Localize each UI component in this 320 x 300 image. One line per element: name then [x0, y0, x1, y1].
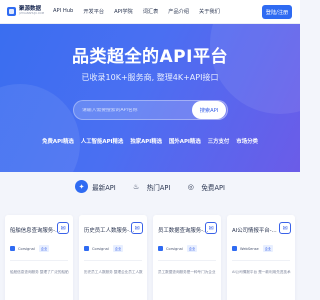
- search-input[interactable]: [74, 107, 192, 113]
- site-logo[interactable]: 聚源数据 JUYUANSHUJU.COM: [7, 6, 47, 16]
- nav-item-glossary[interactable]: 词汇表: [143, 8, 159, 15]
- card-description: AI公司情报平台 是一款利用先进技术: [232, 270, 291, 274]
- provider-avatar: [84, 246, 89, 251]
- nav-item-api-hub[interactable]: API Hub: [53, 8, 73, 15]
- provider-badge: 企业: [38, 245, 50, 252]
- hero-title: 品类超全的API平台: [72, 47, 228, 67]
- card-title: 历史员工人数服务-...: [84, 228, 135, 234]
- mail-icon: ✉: [205, 222, 217, 234]
- hero-subtitle: 已收录10K+服务商, 整理4K+API接口: [81, 73, 219, 82]
- search-bar: 搜索API: [73, 100, 228, 120]
- mail-icon: ✉: [279, 222, 291, 234]
- card-description: 员工数据查询服务是一种专门为企业: [158, 270, 216, 274]
- card-divider: [10, 260, 68, 261]
- api-tabs: ✦ 最新API ♨ 热门API ◎ 免费API: [0, 180, 300, 193]
- card-provider: WebSense 企业: [232, 245, 274, 252]
- card-provider: Corsignal 企业: [10, 245, 50, 252]
- top-navbar: 聚源数据 JUYUANSHUJU.COM API Hub 开发平台 API学院 …: [0, 0, 300, 24]
- api-card[interactable]: 船舶信息查询服务-... ✉ Corsignal 企业 船舶信息查询服务 整理了…: [5, 215, 73, 300]
- mail-icon: ✉: [57, 222, 69, 234]
- card-divider: [158, 260, 216, 261]
- card-provider: Corsignal 企业: [84, 245, 124, 252]
- main-nav: API Hub 开发平台 API学院 词汇表 产品介绍 关于我们: [53, 8, 230, 15]
- card-title: 员工数据查询服务-...: [158, 228, 209, 234]
- provider-avatar: [158, 246, 163, 251]
- card-description: 历史员工人数服务 整理企业员工人数: [84, 270, 143, 274]
- provider-avatar: [232, 246, 237, 251]
- card-divider: [84, 260, 142, 261]
- tab-label: 最新API: [92, 183, 116, 192]
- nav-item-dev-platform[interactable]: 开发平台: [83, 8, 104, 15]
- api-card[interactable]: 员工数据查询服务-... ✉ Corsignal 企业 员工数据查询服务是一种专…: [153, 215, 221, 300]
- provider-badge: 企业: [186, 245, 198, 252]
- tag-foreign-api[interactable]: 国外API精选: [169, 137, 201, 145]
- tag-exclusive-api[interactable]: 独家API精选: [130, 137, 162, 145]
- provider-badge: 企业: [112, 245, 124, 252]
- nav-item-about-us[interactable]: 关于我们: [199, 8, 220, 15]
- search-api-button[interactable]: 搜索API: [192, 101, 226, 119]
- provider-name: Corsignal: [166, 246, 183, 251]
- logo-subtitle: JUYUANSHUJU.COM: [19, 12, 44, 16]
- tab-latest-api[interactable]: ✦ 最新API: [75, 180, 116, 193]
- tab-hot-api[interactable]: ♨ 热门API: [130, 180, 171, 193]
- provider-name: WebSense: [240, 246, 259, 251]
- card-provider: Corsignal 企业: [158, 245, 198, 252]
- free-icon: ◎: [187, 182, 194, 191]
- tag-ai-api[interactable]: 人工智能API精选: [81, 137, 123, 145]
- api-card-list: 船舶信息查询服务-... ✉ Corsignal 企业 船舶信息查询服务 整理了…: [0, 205, 300, 300]
- provider-badge: 企业: [262, 245, 274, 252]
- new-icon: ✦: [75, 180, 89, 193]
- login-register-button[interactable]: 登陆/注册: [262, 5, 292, 19]
- tab-label: 免费API: [201, 183, 225, 192]
- nav-item-product-intro[interactable]: 产品介绍: [168, 8, 189, 15]
- card-title: AI公司情报平台-...: [232, 228, 277, 234]
- provider-name: Corsignal: [18, 246, 35, 251]
- card-description: 船舶信息查询服务 整理了广泛的船舶: [10, 270, 69, 274]
- tag-free-api[interactable]: 免费API精选: [42, 137, 74, 145]
- card-divider: [232, 260, 290, 261]
- hero-decor-circle: [0, 84, 80, 172]
- mail-icon: ✉: [131, 222, 143, 234]
- hero-banner: 品类超全的API平台 已收录10K+服务商, 整理4K+API接口 搜索API …: [0, 24, 300, 172]
- provider-avatar: [10, 246, 15, 251]
- api-card[interactable]: AI公司情报平台-... ✉ WebSense 企业 AI公司情报平台 是一款利…: [227, 215, 295, 300]
- fire-icon: ♨: [133, 182, 140, 191]
- tab-free-api[interactable]: ◎ 免费API: [184, 180, 225, 193]
- tag-third-party-payment[interactable]: 三方支付: [208, 137, 230, 145]
- provider-name: Corsignal: [92, 246, 109, 251]
- hero-quick-tags: 免费API精选 人工智能API精选 独家API精选 国外API精选 三方支付 市…: [0, 137, 300, 145]
- nav-item-api-academy[interactable]: API学院: [114, 8, 133, 15]
- tag-market-category[interactable]: 市场分类: [236, 137, 258, 145]
- api-card[interactable]: 历史员工人数服务-... ✉ Corsignal 企业 历史员工人数服务 整理企…: [79, 215, 147, 300]
- logo-mark-icon: [7, 7, 16, 16]
- card-title: 船舶信息查询服务-...: [10, 228, 61, 234]
- tab-label: 热门API: [146, 183, 171, 192]
- hero-decor-circle: [210, 24, 300, 114]
